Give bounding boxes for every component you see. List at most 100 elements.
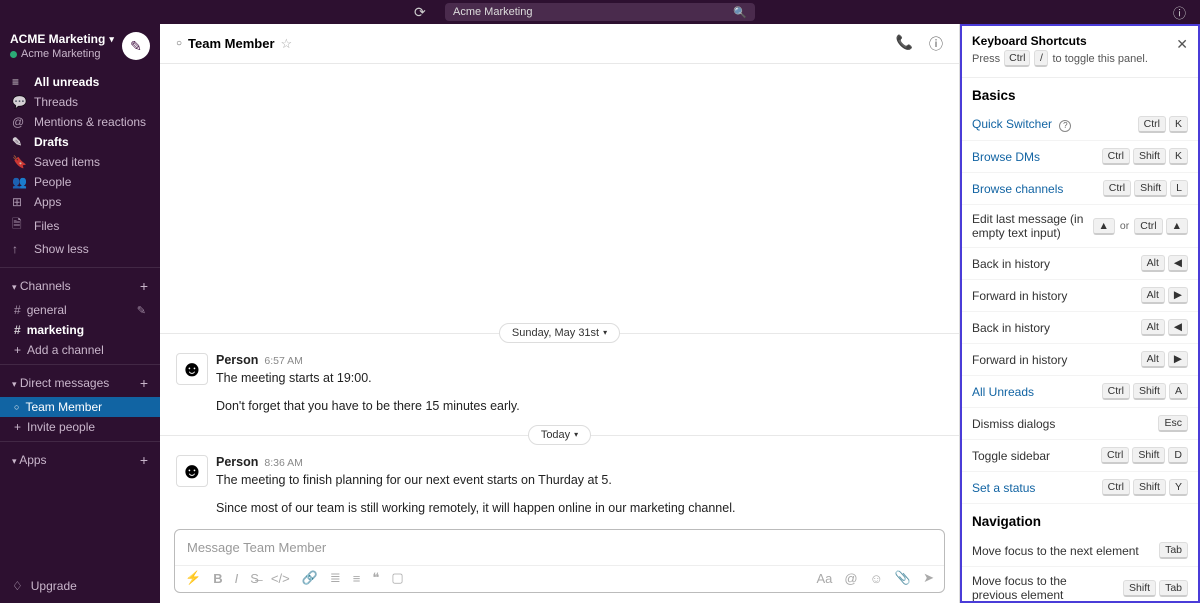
history-icon[interactable]: ⟳	[414, 4, 426, 21]
shortcut-row: Dismiss dialogsEsc	[962, 408, 1198, 440]
message-time: 6:57 AM	[264, 355, 303, 367]
format-icon[interactable]: Aa	[817, 571, 833, 586]
nav-icon: @	[12, 115, 26, 129]
channel-marketing[interactable]: #marketing	[0, 320, 160, 340]
workspace-name: ACME Marketing▾	[10, 32, 114, 46]
message-text: The meeting to finish planning for our n…	[216, 471, 735, 489]
nav-item-show-less[interactable]: ↑Show less	[0, 239, 160, 259]
shortcut-row: All Unreads CtrlShiftA	[962, 376, 1198, 408]
upgrade-icon: ♢	[12, 579, 23, 593]
presence-icon: ○	[176, 38, 182, 49]
shortcut-keys: Alt◀	[1141, 319, 1188, 336]
message-author[interactable]: Person	[216, 455, 258, 469]
shortcut-label: Forward in history	[972, 353, 1133, 367]
shortcut-label: Dismiss dialogs	[972, 417, 1150, 431]
shortcut-keys: CtrlShiftL	[1103, 180, 1188, 197]
shortcut-keys: Alt◀	[1141, 255, 1188, 272]
channels-header[interactable]: ▾ Channels +	[0, 272, 160, 300]
shortcut-label: Forward in history	[972, 289, 1133, 303]
bold-icon[interactable]: B	[213, 571, 222, 586]
nav-item-all-unreads[interactable]: ≡All unreads	[0, 72, 160, 92]
emoji-icon[interactable]: ☺	[870, 571, 883, 586]
shortcut-label[interactable]: Quick Switcher ?	[972, 117, 1130, 132]
add-app-icon[interactable]: +	[140, 452, 148, 468]
ol-icon[interactable]: ≣	[330, 570, 341, 586]
shortcut-row: Quick Switcher ?CtrlK	[962, 109, 1198, 141]
presence-dot	[10, 51, 17, 58]
nav-item-drafts[interactable]: ✎Drafts	[0, 132, 160, 152]
nav-item-files[interactable]: 🗎Files	[0, 212, 160, 239]
composer-input[interactable]: Message Team Member	[175, 530, 944, 565]
channel-title[interactable]: ○ Team Member ☆	[176, 36, 292, 52]
nav-item-mentions-reactions[interactable]: @Mentions & reactions	[0, 112, 160, 132]
star-icon[interactable]: ☆	[281, 36, 293, 52]
message-author[interactable]: Person	[216, 353, 258, 367]
nav-item-people[interactable]: 👥People	[0, 172, 160, 192]
info-icon[interactable]: ⓘ	[929, 34, 943, 54]
shortcut-keys: ▲orCtrl▲	[1093, 218, 1189, 235]
shortcuts-section-title: Navigation	[962, 504, 1198, 535]
code-icon[interactable]: </>	[271, 571, 290, 586]
strike-icon[interactable]: S̶	[250, 571, 259, 586]
nav-item-saved-items[interactable]: 🔖Saved items	[0, 152, 160, 172]
ul-icon[interactable]: ≡	[353, 571, 361, 586]
shortcut-label[interactable]: Browse DMs	[972, 150, 1094, 164]
nav-icon: ↑	[12, 242, 26, 256]
upgrade-link[interactable]: ♢ Upgrade	[0, 569, 160, 603]
shortcut-keys: CtrlShiftK	[1102, 148, 1188, 165]
nav-list: ≡All unreads💬Threads@Mentions & reaction…	[0, 68, 160, 263]
nav-item-apps[interactable]: ⊞Apps	[0, 192, 160, 212]
shortcut-label: Move focus to the next element	[972, 544, 1151, 558]
compose-button[interactable]: ✎	[122, 32, 150, 60]
edit-icon[interactable]: ✎	[137, 304, 146, 317]
lightning-icon[interactable]: ⚡	[185, 570, 201, 586]
codeblock-icon[interactable]: ▢	[391, 570, 403, 586]
help-icon[interactable]: ?	[1059, 120, 1071, 132]
shortcut-label[interactable]: Browse channels	[972, 182, 1095, 196]
shortcut-keys: ShiftTab	[1123, 580, 1188, 597]
dm-team-member[interactable]: ○Team Member	[0, 397, 160, 417]
call-icon[interactable]: 📞	[896, 34, 913, 54]
shortcut-row: Toggle sidebarCtrlShiftD	[962, 440, 1198, 472]
shortcut-row: Forward in historyAlt▶	[962, 344, 1198, 376]
avatar[interactable]: ☻	[176, 353, 208, 385]
shortcut-keys: CtrlShiftA	[1102, 383, 1188, 400]
add-channel[interactable]: +Add a channel	[0, 340, 160, 360]
composer-toolbar: ⚡ B I S̶ </> 🔗 ≣ ≡ ❝ ▢ Aa @ ☺ 📎 ➤	[175, 565, 944, 592]
send-icon[interactable]: ➤	[923, 570, 934, 586]
shortcut-keys: Tab	[1159, 542, 1188, 559]
shortcut-row: Set a status CtrlShiftY	[962, 472, 1198, 504]
avatar[interactable]: ☻	[176, 455, 208, 487]
chevron-down-icon: ▾	[12, 456, 17, 466]
workspace-header[interactable]: ACME Marketing▾ Acme Marketing ✎	[0, 24, 160, 68]
quote-icon[interactable]: ❝	[372, 570, 379, 586]
shortcut-label[interactable]: All Unreads	[972, 385, 1094, 399]
message-time: 8:36 AM	[264, 457, 303, 469]
close-icon[interactable]: ✕	[1176, 36, 1188, 53]
nav-icon: ⊞	[12, 195, 26, 209]
add-dm-icon[interactable]: +	[140, 375, 148, 391]
invite-people[interactable]: +Invite people	[0, 417, 160, 437]
nav-item-threads[interactable]: 💬Threads	[0, 92, 160, 112]
shortcut-label: Back in history	[972, 257, 1133, 271]
attach-icon[interactable]: 📎	[895, 570, 911, 586]
add-channel-icon[interactable]: +	[140, 278, 148, 294]
shortcut-row: Move focus to the previous elementShiftT…	[962, 567, 1198, 603]
apps-header[interactable]: ▾ Apps +	[0, 446, 160, 474]
mention-icon[interactable]: @	[844, 571, 857, 586]
search-input[interactable]: Acme Marketing 🔍	[445, 3, 755, 21]
message-text: Don't forget that you have to be there 1…	[216, 397, 520, 415]
message-composer[interactable]: Message Team Member ⚡ B I S̶ </> 🔗 ≣ ≡ ❝…	[174, 529, 945, 593]
dms-header[interactable]: ▾ Direct messages +	[0, 369, 160, 397]
chevron-down-icon: ▾	[109, 34, 114, 45]
shortcut-label[interactable]: Set a status	[972, 481, 1094, 495]
top-bar: ⟳ Acme Marketing 🔍 ⓘ	[0, 0, 1200, 24]
shortcut-label: Edit last message (in empty text input)	[972, 212, 1085, 240]
italic-icon[interactable]: I	[235, 571, 239, 586]
nav-icon: ≡	[12, 75, 26, 89]
link-icon[interactable]: 🔗	[302, 570, 318, 586]
shortcut-keys: CtrlShiftY	[1102, 479, 1188, 496]
help-icon[interactable]: ⓘ	[1173, 3, 1186, 22]
nav-icon: 💬	[12, 95, 26, 109]
channel-general[interactable]: #general✎	[0, 300, 160, 320]
